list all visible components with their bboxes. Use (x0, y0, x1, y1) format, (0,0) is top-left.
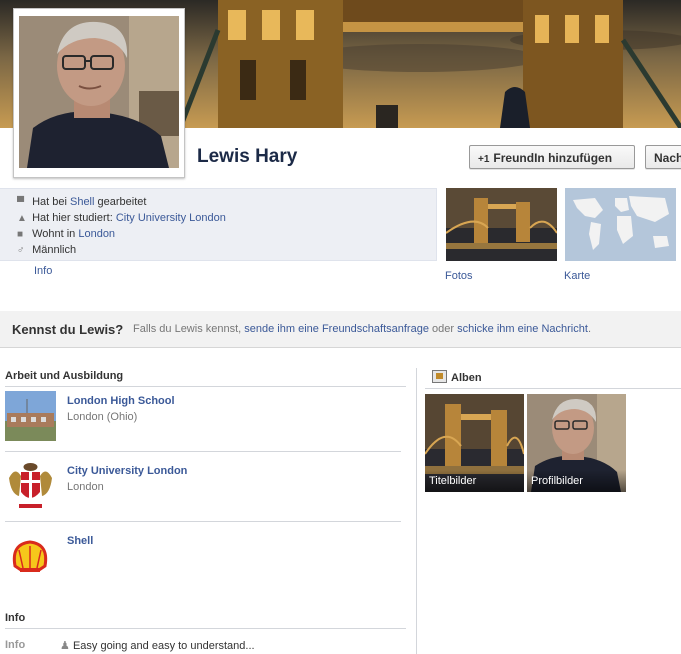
add-friend-label: FreundIn hinzufügen (493, 151, 613, 165)
male-icon: ♂ (17, 245, 25, 256)
add-friend-icon: +1 (478, 154, 490, 165)
album-icon (432, 370, 447, 383)
gender-row: ♂ Männlich (17, 242, 76, 258)
edu-item-name[interactable]: Shell (67, 535, 93, 547)
photos-link[interactable]: Fotos (445, 270, 473, 282)
album-label: Profilbilder (527, 470, 626, 492)
message-label: Nachricht (654, 151, 681, 165)
edu-item-name[interactable]: City University London (67, 465, 187, 477)
column-divider (416, 368, 417, 654)
info-row-text: ♟ Easy going and easy to understand... (60, 640, 255, 652)
study-link[interactable]: City University London (116, 212, 226, 224)
divider (5, 451, 401, 452)
album-label: Titelbilder (425, 470, 524, 492)
study-row: ▲ Hat hier studiert: City University Lon… (17, 210, 226, 226)
photos-thumbnail[interactable] (446, 188, 557, 261)
shell-logo[interactable] (5, 530, 56, 580)
briefcase-icon: ▀ (17, 197, 25, 208)
albums-title: Alben (432, 370, 482, 384)
divider (5, 628, 406, 629)
info-row-label: Info (5, 639, 26, 651)
info-section-title: Info (5, 612, 26, 624)
home-icon: ■ (17, 229, 24, 240)
profile-picture[interactable] (13, 8, 185, 178)
work-edu-title: Arbeit und Ausbildung (5, 370, 124, 382)
lives-row: ■ Wohnt in London (17, 226, 115, 242)
work-link[interactable]: Shell (70, 196, 94, 208)
profile-name: Lewis Hary (197, 146, 298, 167)
divider (5, 386, 406, 387)
map-thumbnail[interactable] (565, 188, 676, 261)
send-message-link[interactable]: schicke ihm eine Nachricht (457, 323, 588, 335)
person-icon: ♟ (60, 640, 70, 652)
friend-request-link[interactable]: sende ihm eine Freundschaftsanfrage (244, 323, 429, 335)
album-profile-photos[interactable]: Profilbilder (527, 394, 626, 492)
divider (5, 521, 401, 522)
profile-photo (19, 16, 179, 168)
message-button[interactable]: Nachricht (645, 145, 681, 169)
edu-item-name[interactable]: London High School (67, 395, 175, 407)
city-university-crest[interactable] (5, 460, 56, 510)
lives-link[interactable]: London (78, 228, 115, 240)
intro-info-box: ▀ Hat bei Shell gearbeitet ▲ Hat hier st… (0, 188, 437, 261)
map-link[interactable]: Karte (564, 270, 590, 282)
add-friend-button[interactable]: +1 FreundIn hinzufügen (469, 145, 635, 169)
know-banner: Kennst du Lewis? Falls du Lewis kennst, … (0, 311, 681, 348)
album-cover-photos[interactable]: Titelbilder (425, 394, 524, 492)
edu-item-sub: London (Ohio) (67, 411, 138, 423)
know-question: Kennst du Lewis? (12, 322, 124, 337)
info-link[interactable]: Info (34, 265, 52, 277)
edu-item-sub: London (67, 481, 104, 493)
work-row: ▀ Hat bei Shell gearbeitet (17, 194, 146, 210)
graduation-cap-icon: ▲ (17, 213, 27, 224)
divider (425, 388, 681, 389)
london-high-school-image[interactable] (5, 391, 56, 441)
know-text: Falls du Lewis kennst, sende ihm eine Fr… (133, 323, 591, 335)
